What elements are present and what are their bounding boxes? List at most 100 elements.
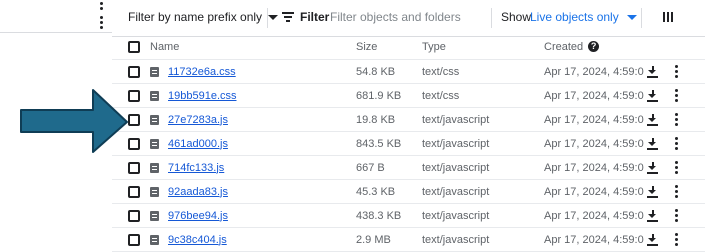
show-objects-select[interactable]: Live objects only [530, 10, 637, 24]
table-header-row: Name Size Type Created ? [112, 34, 705, 60]
file-document-icon [150, 90, 159, 101]
filter-prefix-dropdown[interactable]: Filter by name prefix only [128, 10, 279, 24]
table-row[interactable]: 92aada83.js 45.3 KB text/javascript Apr … [112, 179, 705, 204]
object-size: 45.3 KB [356, 179, 422, 204]
object-name-link[interactable]: 11732e6a.css [168, 66, 236, 78]
more-vert-icon[interactable] [673, 233, 679, 246]
download-icon[interactable] [647, 137, 658, 150]
filter-toolbar: Filter by name prefix only Filter Filter… [112, 0, 705, 37]
object-size: 438.3 KB [356, 203, 422, 228]
more-vert-icon[interactable] [673, 113, 679, 126]
object-created: Apr 17, 2024, 4:59:0 [544, 227, 647, 252]
object-name-link[interactable]: 27e7283a.js [168, 114, 228, 126]
more-vert-icon[interactable] [673, 65, 679, 78]
table-row[interactable]: 714fc133.js 667 B text/javascript Apr 17… [112, 155, 705, 180]
object-name-link[interactable]: 19bb591e.css [168, 90, 237, 102]
file-document-icon [150, 234, 159, 245]
object-created: Apr 17, 2024, 4:59:0 [544, 155, 647, 180]
more-vert-icon[interactable] [98, 16, 104, 29]
filter-list-icon [282, 12, 294, 22]
table-row[interactable]: 19bb591e.css 681.9 KB text/css Apr 17, 2… [112, 83, 705, 108]
object-type: text/css [422, 59, 544, 84]
file-document-icon [150, 210, 159, 221]
row-checkbox[interactable] [128, 113, 140, 126]
filter-button[interactable]: Filter [282, 10, 329, 24]
download-icon[interactable] [647, 185, 658, 198]
show-label: Show [501, 10, 532, 24]
toolbar-divider [491, 8, 492, 28]
object-name-link[interactable]: 714fc133.js [168, 162, 224, 174]
object-name-link[interactable]: 976bee94.js [168, 210, 228, 222]
divider [0, 32, 112, 33]
object-size: 843.5 KB [356, 131, 422, 156]
arrow-shape [20, 89, 128, 153]
column-header-created[interactable]: Created [544, 41, 583, 53]
download-icon[interactable] [647, 233, 658, 246]
row-checkbox[interactable] [128, 65, 140, 78]
object-created: Apr 17, 2024, 4:59:0 [544, 131, 647, 156]
row-checkbox[interactable] [128, 209, 140, 222]
more-vert-icon[interactable] [673, 185, 679, 198]
object-created: Apr 17, 2024, 4:59:0 [544, 83, 647, 108]
more-vert-icon[interactable] [673, 161, 679, 174]
object-name-link[interactable]: 461ad000.js [168, 138, 228, 150]
row-checkbox[interactable] [128, 185, 140, 198]
object-size: 19.8 KB [356, 107, 422, 132]
table-row[interactable]: 976bee94.js 438.3 KB text/javascript Apr… [112, 203, 705, 228]
table-row[interactable]: 27e7283a.js 19.8 KB text/javascript Apr … [112, 107, 705, 132]
row-checkbox[interactable] [128, 233, 140, 246]
more-vert-icon[interactable] [98, 0, 104, 10]
file-document-icon [150, 66, 159, 77]
object-type: text/javascript [422, 131, 544, 156]
row-checkbox[interactable] [128, 137, 140, 150]
object-type: text/javascript [422, 227, 544, 252]
filter-label: Filter [300, 10, 330, 24]
table-row[interactable]: 461ad000.js 843.5 KB text/javascript Apr… [112, 131, 705, 156]
object-size: 2.9 MB [356, 227, 422, 252]
object-type: text/css [422, 83, 544, 108]
more-vert-icon[interactable] [673, 89, 679, 102]
toolbar-divider [267, 8, 268, 28]
more-vert-icon[interactable] [673, 137, 679, 150]
column-display-icon[interactable] [663, 12, 673, 22]
file-document-icon [150, 138, 159, 149]
table-row[interactable]: 11732e6a.css 54.8 KB text/css Apr 17, 20… [112, 59, 705, 84]
caret-down-icon [626, 14, 637, 20]
caret-down-icon [268, 14, 279, 20]
object-size: 667 B [356, 155, 422, 180]
object-size: 681.9 KB [356, 83, 422, 108]
table-row[interactable]: 9c38c404.js 2.9 MB text/javascript Apr 1… [112, 227, 705, 252]
file-document-icon [150, 114, 159, 125]
show-select-value: Live objects only [530, 10, 619, 24]
object-name-link[interactable]: 92aada83.js [168, 186, 228, 198]
objects-table: Name Size Type Created ? 11732e6a.css 54… [112, 34, 705, 252]
object-type: text/javascript [422, 155, 544, 180]
column-header-type[interactable]: Type [422, 34, 544, 60]
object-name-link[interactable]: 9c38c404.js [168, 234, 227, 246]
column-header-size[interactable]: Size [356, 34, 422, 60]
row-checkbox[interactable] [128, 161, 140, 174]
object-type: text/javascript [422, 107, 544, 132]
file-document-icon [150, 186, 159, 197]
object-browser: Filter by name prefix only Filter Filter… [112, 0, 705, 252]
download-icon[interactable] [647, 65, 658, 78]
object-created: Apr 17, 2024, 4:59:0 [544, 59, 647, 84]
object-type: text/javascript [422, 203, 544, 228]
more-vert-icon[interactable] [673, 209, 679, 222]
object-created: Apr 17, 2024, 4:59:0 [544, 179, 647, 204]
download-icon[interactable] [647, 161, 658, 174]
filter-prefix-label: Filter by name prefix only [128, 10, 263, 24]
object-created: Apr 17, 2024, 4:59:0 [544, 107, 647, 132]
object-created: Apr 17, 2024, 4:59:0 [544, 203, 647, 228]
filter-input[interactable]: Filter objects and folders [330, 10, 461, 24]
select-all-checkbox[interactable] [128, 40, 140, 53]
pointer-arrow [20, 89, 128, 153]
help-icon[interactable]: ? [588, 41, 600, 52]
row-checkbox[interactable] [128, 89, 140, 102]
object-type: text/javascript [422, 179, 544, 204]
toolbar-divider [641, 8, 642, 28]
download-icon[interactable] [647, 113, 658, 126]
column-header-name[interactable]: Name [150, 34, 356, 60]
download-icon[interactable] [647, 209, 658, 222]
download-icon[interactable] [647, 89, 658, 102]
